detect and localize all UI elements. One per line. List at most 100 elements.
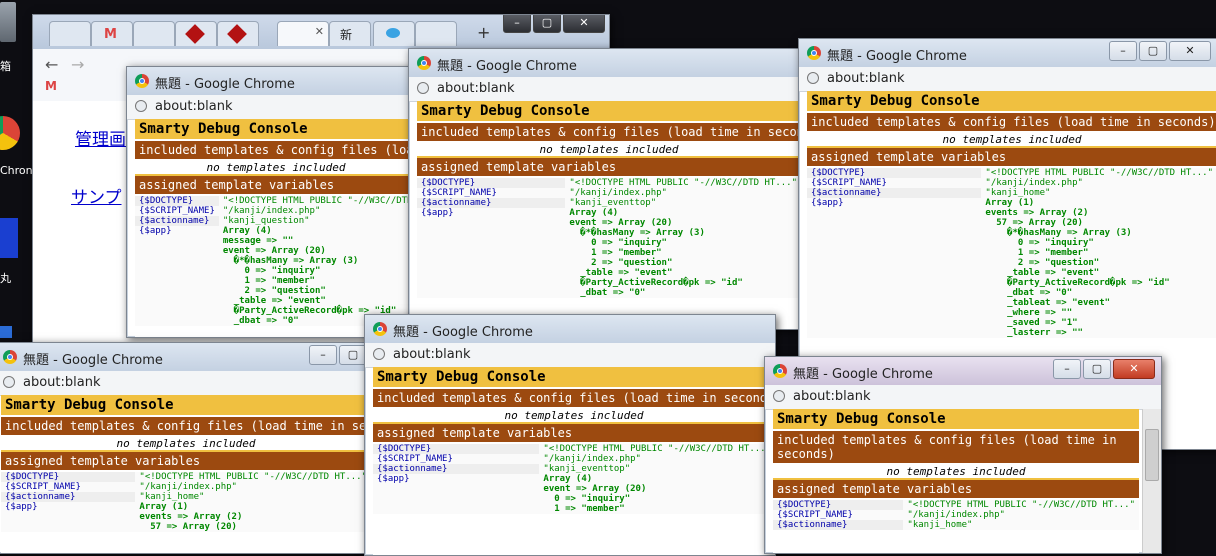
gmail-bookmark-icon[interactable]: M — [45, 79, 57, 93]
table-row: {$app} Array (4) event => Array (20) 0 =>… — [373, 474, 775, 514]
table-row: {$DOCTYPE} "<!DOCTYPE HTML PUBLIC "-//W3C… — [135, 196, 417, 206]
tab-blank[interactable]: ✕ — [277, 21, 329, 46]
maximize-button[interactable]: ▢ — [1083, 359, 1111, 379]
table-row: {$app} Array (1) events => Array (2) 57 =… — [807, 198, 1216, 338]
vars-section-header: assigned template variables — [135, 176, 417, 196]
recycle-bin-icon[interactable] — [0, 2, 16, 42]
address-bar[interactable]: about:blank — [799, 67, 1216, 92]
close-button[interactable]: ✕ — [563, 15, 605, 33]
debug-title: Smarty Debug Console — [417, 101, 801, 123]
debug-console: Smarty Debug Console included templates … — [135, 119, 417, 337]
vars-table: {$DOCTYPE} "<!DOCTYPE HTML PUBLIC "-//W3C… — [1, 472, 371, 532]
table-row: {$DOCTYPE} "<!DOCTYPE HTML PUBLIC "-//W3C… — [1, 472, 371, 482]
maximize-button[interactable]: ▢ — [1139, 41, 1167, 61]
title-bar[interactable]: 無題 - Google Chrome – ▢ ✕ — [799, 39, 1216, 67]
title-bar[interactable]: 無題 - Google Chrome — [365, 315, 775, 343]
address-bar[interactable]: about:blank — [127, 95, 417, 120]
minimize-button[interactable]: – — [1109, 41, 1137, 61]
tab-ruby[interactable] — [175, 21, 217, 46]
chrome-icon — [417, 56, 431, 70]
table-row: {$DOCTYPE} "<!DOCTYPE HTML PUBLIC "-//W3C… — [417, 178, 801, 188]
maximize-button[interactable]: ▢ — [339, 345, 367, 365]
table-row: {$DOCTYPE} "<!DOCTYPE HTML PUBLIC "-//W3C… — [373, 444, 775, 454]
close-icon[interactable]: ✕ — [315, 25, 324, 38]
url-text: about:blank — [793, 389, 871, 404]
ruby-icon — [227, 24, 247, 44]
tab-settings[interactable] — [49, 21, 91, 46]
window-controls: – ▢ ✕ — [1053, 359, 1155, 379]
ruby-icon — [185, 24, 205, 44]
chrome-window: 無題 - Google Chrome about:blank Smarty De… — [126, 66, 418, 338]
templates-empty: no templates included — [1, 437, 371, 452]
close-button[interactable]: ✕ — [1113, 359, 1155, 379]
address-bar[interactable]: about:blank — [365, 343, 775, 368]
tab-app[interactable] — [133, 21, 175, 46]
tab-new[interactable]: 新 — [329, 21, 371, 46]
table-row: {$app} Array (1) events => Array (2) 57 =… — [1, 502, 371, 532]
templates-empty: no templates included — [417, 143, 801, 158]
minimize-button[interactable]: – — [503, 15, 531, 33]
sample-link[interactable]: サンプ — [71, 183, 122, 208]
new-tab-button[interactable]: + — [477, 23, 490, 42]
address-bar[interactable]: about:blank — [0, 371, 371, 396]
window-controls: – ▢ ✕ — [1109, 41, 1211, 61]
tab-twitter[interactable] — [373, 21, 415, 46]
chrome-icon — [807, 46, 821, 60]
scrollbar[interactable] — [1142, 409, 1161, 553]
templates-empty: no templates included — [135, 161, 417, 176]
table-row: {$app} Array (4) event => Array (20) �*�h… — [417, 208, 801, 298]
minimize-button[interactable]: – — [309, 345, 337, 365]
debug-console: Smarty Debug Console included templates … — [773, 409, 1139, 553]
templates-empty: no templates included — [773, 465, 1139, 480]
templates-empty: no templates included — [373, 409, 775, 424]
url-text: about:blank — [393, 347, 471, 362]
url-text: about:blank — [23, 375, 101, 390]
chrome-desktop-icon[interactable] — [0, 116, 20, 150]
debug-title: Smarty Debug Console — [807, 91, 1216, 113]
table-row: {$app} Array (4) message => "" event => A… — [135, 226, 417, 326]
templates-section-header: included templates & config files (load … — [807, 113, 1216, 133]
window-title: 無題 - Google Chrome — [155, 77, 295, 92]
address-bar[interactable]: about:blank — [765, 385, 1161, 410]
tab-ruby[interactable] — [217, 21, 259, 46]
page-icon — [373, 348, 385, 360]
tab-google[interactable] — [415, 21, 457, 46]
minimize-button[interactable]: – — [1053, 359, 1081, 379]
tab-gmail[interactable]: M — [91, 21, 133, 46]
shortcut-arrow-icon — [0, 326, 12, 338]
table-row: {$actionname} "kanji_eventtop" — [417, 198, 801, 208]
vars-table: {$DOCTYPE} "<!DOCTYPE HTML PUBLIC "-//W3C… — [135, 196, 417, 326]
table-row: {$actionname} "kanji_home" — [807, 188, 1216, 198]
chrome-icon — [135, 74, 149, 88]
debug-title: Smarty Debug Console — [135, 119, 417, 141]
close-button[interactable]: ✕ — [1169, 41, 1211, 61]
chrome-window: 無題 - Google Chrome – ▢ ✕ about:blank Sma… — [764, 356, 1162, 554]
page-icon — [135, 100, 147, 112]
vars-section-header: assigned template variables — [807, 148, 1216, 168]
table-row: {$SCRIPT_NAME} "/kanji/index.php" — [773, 510, 1139, 520]
vars-table: {$DOCTYPE} "<!DOCTYPE HTML PUBLIC "-//W3C… — [373, 444, 775, 514]
scrollbar-thumb[interactable] — [1145, 429, 1159, 481]
table-row: {$SCRIPT_NAME} "/kanji/index.php" — [1, 482, 371, 492]
chrome-window: 無題 - Google Chrome – ▢ about:blank Smart… — [0, 342, 372, 554]
chrome-icon — [373, 322, 387, 336]
title-bar[interactable]: 無題 - Google Chrome — [409, 49, 801, 77]
address-bar[interactable]: about:blank — [409, 77, 801, 102]
url-text: about:blank — [155, 99, 233, 114]
title-bar[interactable]: 無題 - Google Chrome – ▢ — [0, 343, 371, 371]
table-row: {$SCRIPT_NAME} "/kanji/index.php" — [135, 206, 417, 216]
url-text: about:blank — [437, 81, 515, 96]
app-desktop-icon[interactable] — [0, 218, 18, 258]
admin-link[interactable]: 管理画 — [75, 125, 126, 150]
back-button[interactable]: ← — [45, 55, 58, 74]
debug-title: Smarty Debug Console — [1, 395, 371, 417]
window-title: 無題 - Google Chrome — [793, 367, 933, 382]
forward-button[interactable]: → — [71, 55, 84, 74]
maximize-button[interactable]: ▢ — [533, 15, 561, 33]
page-icon — [773, 390, 785, 402]
title-bar[interactable]: 無題 - Google Chrome – ▢ ✕ — [765, 357, 1161, 385]
page-icon — [807, 72, 819, 84]
vars-table: {$DOCTYPE} "<!DOCTYPE HTML PUBLIC "-//W3C… — [807, 168, 1216, 338]
title-bar[interactable]: 無題 - Google Chrome — [127, 67, 417, 95]
templates-section-header: included templates & config files (load … — [373, 389, 775, 409]
